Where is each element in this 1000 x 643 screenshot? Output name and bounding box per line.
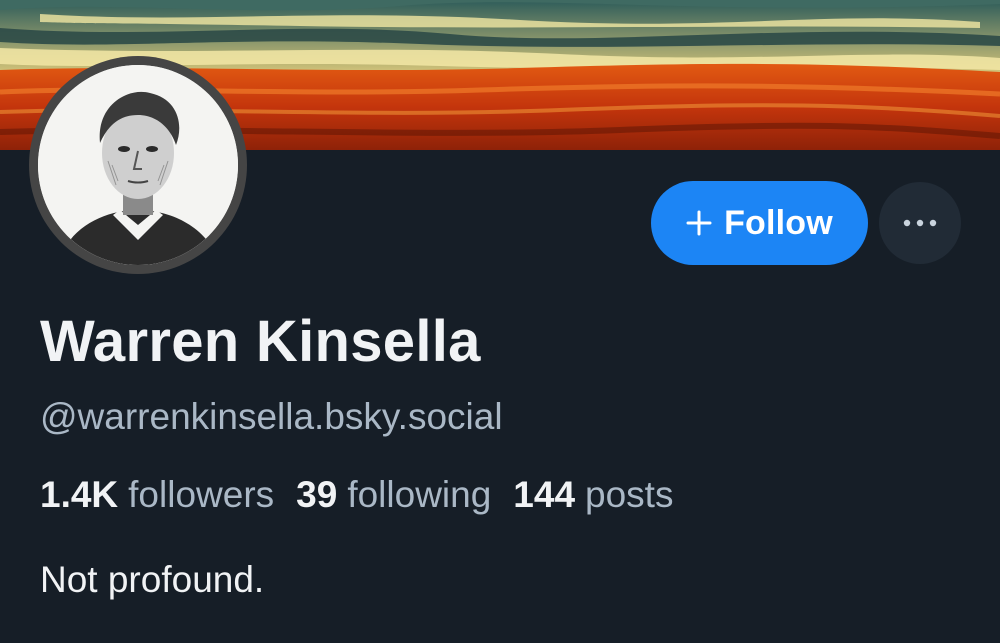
follow-label: Follow [724, 203, 833, 242]
following-label: following [347, 474, 492, 515]
plus-icon [686, 210, 712, 236]
posts-stat: 144 posts [513, 470, 673, 520]
profile-card: Follow Warren Kinsella @warrenkinsella.b… [0, 0, 1000, 643]
avatar-portrait [38, 65, 238, 265]
posts-label: posts [585, 474, 674, 515]
ellipsis-icon [902, 214, 938, 232]
following-count: 39 [296, 474, 338, 515]
posts-count: 144 [513, 474, 576, 515]
profile-handle: @warrenkinsella.bsky.social [40, 396, 503, 437]
followers-count: 1.4K [40, 474, 119, 515]
following-stat[interactable]: 39 following [296, 470, 491, 520]
display-name: Warren Kinsella [40, 309, 481, 374]
profile-bio: Not profound. [40, 559, 265, 600]
followers-stat[interactable]: 1.4K followers [40, 470, 274, 520]
avatar[interactable] [29, 56, 247, 274]
more-options-button[interactable] [879, 182, 961, 264]
profile-stats: 1.4K followers 39 following 144 posts [40, 470, 673, 520]
follow-button[interactable]: Follow [651, 181, 868, 265]
followers-label: followers [128, 474, 275, 515]
